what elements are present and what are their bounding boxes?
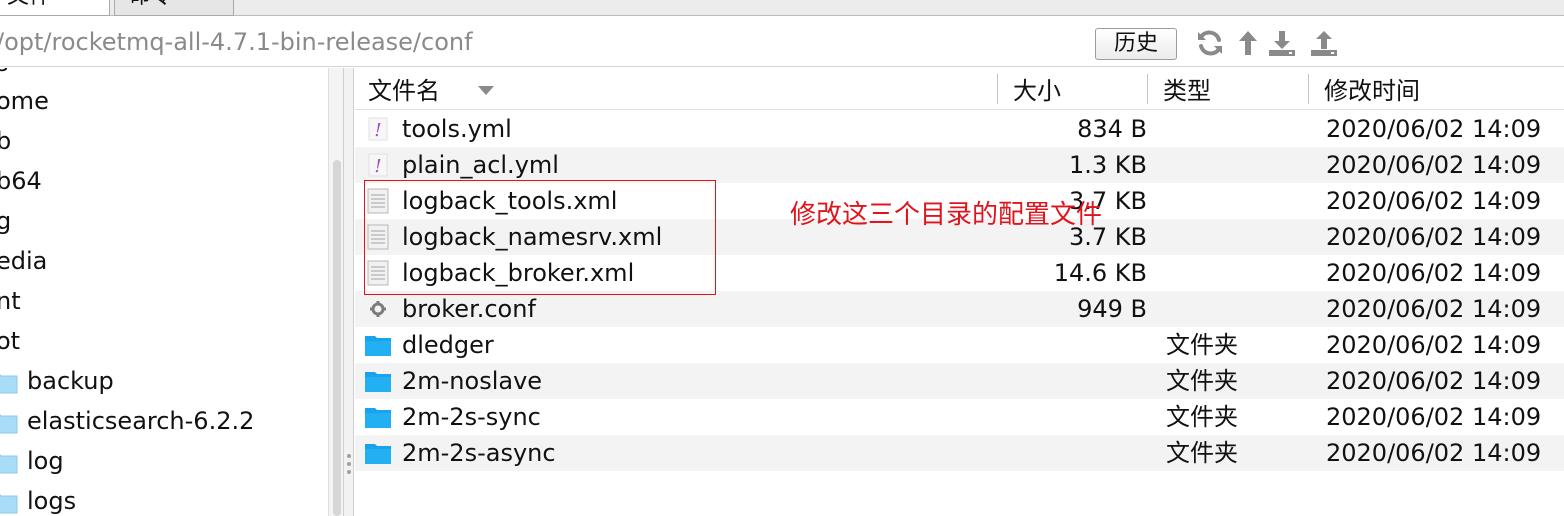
column-header-name[interactable]: 文件名 — [368, 68, 548, 110]
splitter-grip — [347, 454, 351, 458]
path-bar: 历史 — [0, 17, 1564, 67]
table-row[interactable]: 2m-2s-async 文件夹 2020/06/02 14:09 — [355, 435, 1564, 471]
yml-file-icon: ! — [368, 117, 388, 141]
gear-icon — [370, 301, 386, 317]
folder-icon — [365, 372, 391, 392]
column-header-type[interactable]: 类型 — [1163, 68, 1211, 110]
folder-icon — [365, 408, 391, 428]
column-header-size[interactable]: 大小 — [1013, 68, 1061, 110]
tab-files[interactable]: 文件 — [0, 0, 110, 16]
table-row[interactable]: ! plain_acl.yml 1.3 KB 2020/06/02 14:09 — [355, 147, 1564, 183]
table-row[interactable]: 2m-2s-sync 文件夹 2020/06/02 14:09 — [355, 399, 1564, 435]
tree-scrollbar[interactable] — [328, 68, 343, 516]
tab-strip: 文件 命令 — [0, 0, 1564, 16]
table-row[interactable]: ! tools.yml 834 B 2020/06/02 14:09 — [355, 111, 1564, 147]
folder-icon — [365, 444, 391, 464]
splitter-grip — [347, 470, 351, 474]
splitter-grip — [347, 462, 351, 466]
svg-text:!: ! — [374, 120, 381, 141]
table-row[interactable]: broker.conf 949 B 2020/06/02 14:09 — [355, 291, 1564, 327]
upload-icon[interactable] — [1308, 25, 1340, 61]
table-row[interactable]: 2m-noslave 文件夹 2020/06/02 14:09 — [355, 363, 1564, 399]
tree-scrollbar-thumb[interactable] — [333, 160, 341, 516]
folder-icon — [0, 494, 18, 514]
table-row[interactable]: dledger 文件夹 2020/06/02 14:09 — [355, 327, 1564, 363]
column-header-modified[interactable]: 修改时间 — [1324, 68, 1420, 110]
folder-icon — [0, 454, 18, 474]
folder-icon — [365, 336, 391, 356]
yml-file-icon: ! — [368, 153, 388, 177]
folder-icon — [0, 414, 18, 434]
sort-descending-icon — [478, 86, 494, 95]
table-header: 文件名 大小 类型 修改时间 — [355, 68, 1564, 110]
svg-text:!: ! — [374, 156, 381, 177]
directory-tree[interactable]: s ome b b64 g edia nt ot backup elastics… — [0, 68, 344, 516]
annotation-text: 修改这三个目录的配置文件 — [790, 200, 1103, 230]
path-input[interactable] — [0, 25, 1074, 59]
column-divider[interactable] — [997, 74, 998, 104]
column-divider[interactable] — [1147, 74, 1148, 104]
folder-icon — [0, 374, 18, 394]
column-divider[interactable] — [1308, 74, 1309, 104]
history-button[interactable]: 历史 — [1095, 28, 1177, 60]
tab-commands[interactable]: 命令 — [114, 0, 234, 16]
go-up-icon[interactable] — [1232, 25, 1264, 61]
download-icon[interactable] — [1266, 25, 1298, 61]
annotation-highlight-box — [364, 180, 716, 295]
panel-splitter[interactable] — [344, 68, 354, 516]
refresh-icon[interactable] — [1194, 25, 1226, 61]
